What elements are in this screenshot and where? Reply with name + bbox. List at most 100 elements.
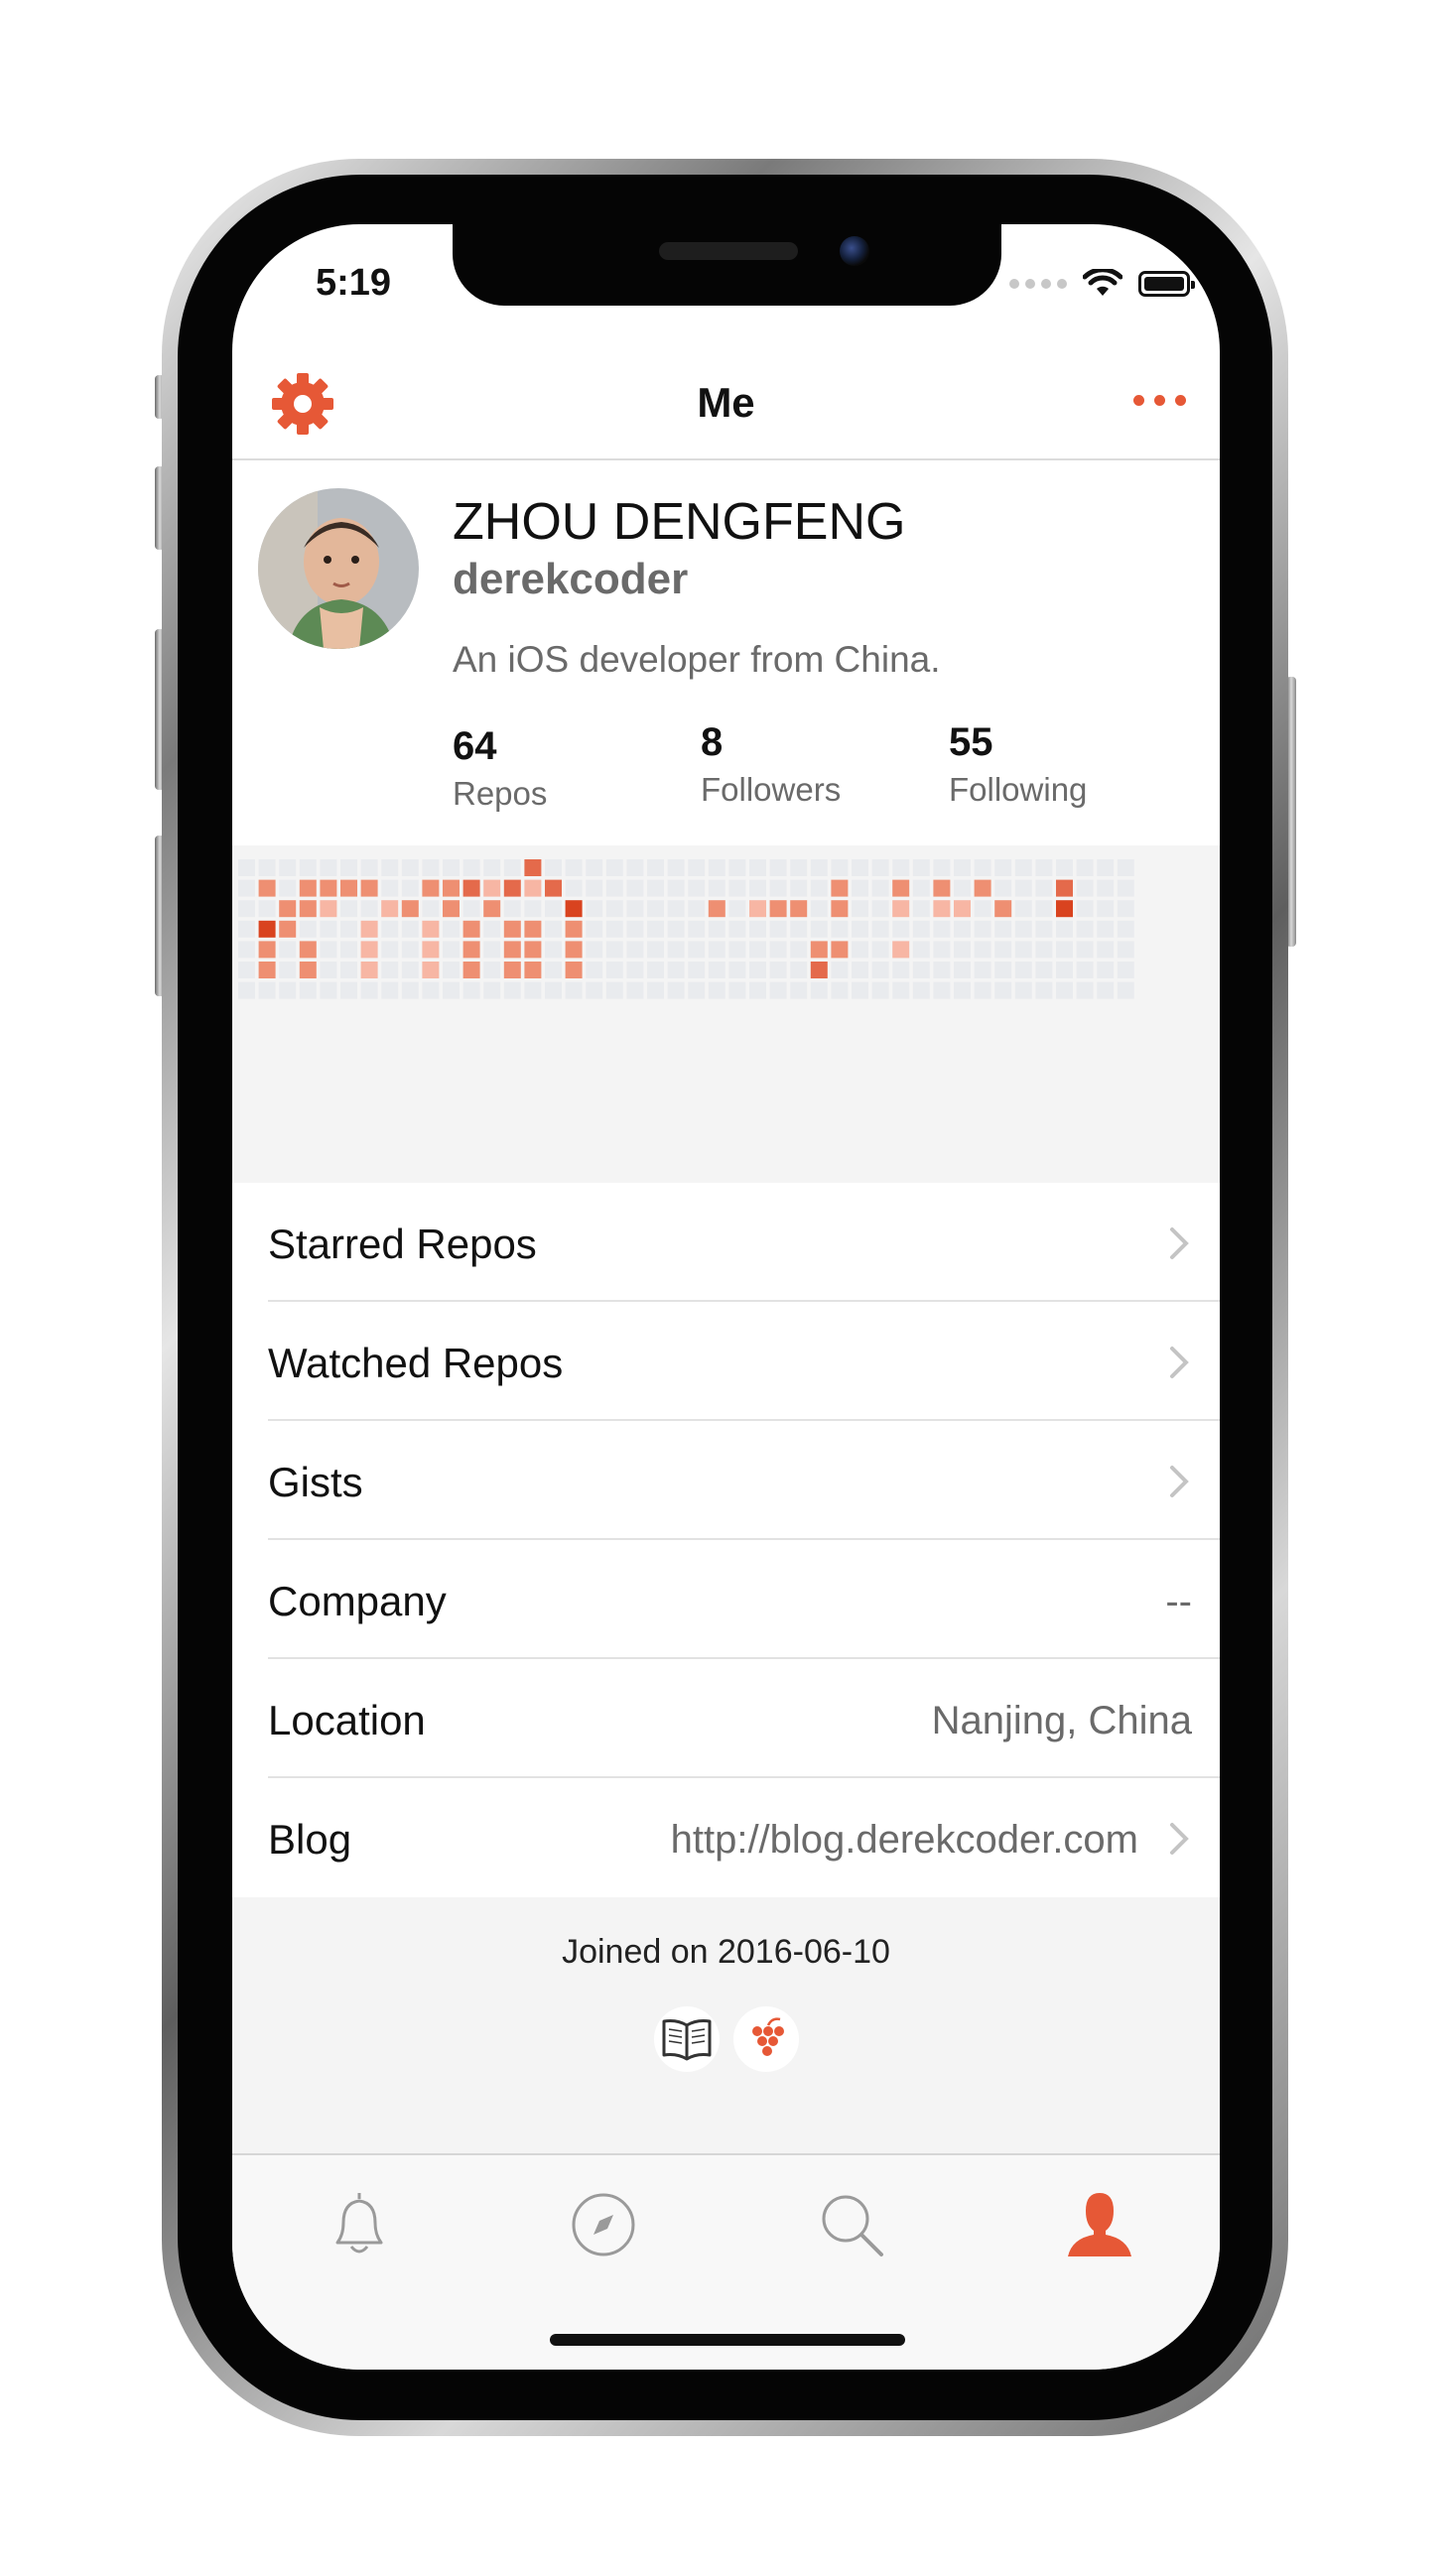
contribution-cell [933, 941, 951, 959]
contribution-cell [1117, 900, 1134, 918]
contribution-cell [852, 900, 868, 918]
contribution-cell [852, 879, 868, 897]
contribution-cell [1035, 900, 1053, 918]
grapes-icon[interactable] [732, 2006, 799, 2072]
contribution-cell [360, 962, 378, 978]
contribution-cell [279, 859, 297, 876]
book-icon[interactable] [653, 2006, 720, 2072]
stat-followers[interactable]: 8 Followers [701, 720, 841, 809]
contribution-cell [994, 920, 1012, 938]
contribution-cell [749, 941, 766, 959]
contribution-cell [605, 920, 623, 938]
contribution-cell [728, 900, 746, 918]
contribution-cell [912, 859, 930, 876]
contribution-cell [462, 859, 480, 876]
contribution-cell [340, 941, 357, 959]
contribution-cell [647, 920, 664, 938]
contribution-cell [238, 859, 255, 876]
contribution-cell [871, 941, 889, 959]
contribution-cell [565, 900, 583, 918]
contribution-cell [912, 879, 930, 897]
ellipsis-icon[interactable] [1133, 395, 1186, 406]
contribution-cell [626, 879, 644, 897]
contribution-cell [790, 900, 808, 918]
row-gists[interactable]: Gists [268, 1421, 1220, 1540]
row-watched-repos[interactable]: Watched Repos [268, 1302, 1220, 1421]
contribution-cell [974, 981, 991, 999]
contribution-cell [912, 981, 930, 999]
row-starred-repos[interactable]: Starred Repos [268, 1183, 1220, 1302]
chevron-right-icon [1170, 1227, 1189, 1259]
contribution-cell [565, 859, 583, 876]
contribution-cell [381, 981, 399, 999]
contributions-graph[interactable] [232, 845, 1220, 1133]
contribution-cell [258, 962, 276, 978]
contribution-cell [994, 900, 1012, 918]
contribution-cell [238, 920, 255, 938]
contribution-cell [626, 941, 644, 959]
compass-icon[interactable] [564, 2185, 643, 2264]
contribution-cell [1076, 920, 1094, 938]
contribution-cell [524, 941, 542, 959]
contribution-cell [1035, 981, 1053, 999]
contribution-cell [810, 941, 828, 959]
phone-screen: 5:19 Me ZHOU DENGFENG derekcoder An iOS … [232, 224, 1220, 2370]
contribution-cell [852, 920, 868, 938]
contribution-cell [586, 900, 603, 918]
contribution-cell [749, 981, 766, 999]
stat-following[interactable]: 55 Following [949, 720, 1087, 809]
contribution-cell [831, 962, 849, 978]
contribution-cell [462, 981, 480, 999]
contribution-cell [320, 900, 337, 918]
profile-list: Starred Repos Watched Repos Gists Compan… [232, 1183, 1220, 1897]
contribution-cell [320, 879, 337, 897]
contribution-cell [1097, 859, 1115, 876]
contribution-cell [503, 859, 521, 876]
contribution-cell [422, 859, 440, 876]
contribution-cell [810, 962, 828, 978]
contribution-cell [892, 879, 910, 897]
contribution-cell [688, 962, 706, 978]
contribution-cell [545, 859, 562, 876]
contribution-cell [831, 920, 849, 938]
avatar[interactable] [258, 488, 419, 649]
profile-name: ZHOU DENGFENG [453, 493, 906, 551]
bell-icon[interactable] [320, 2185, 399, 2264]
contribution-cell [545, 981, 562, 999]
contribution-cell [586, 941, 603, 959]
contribution-cell [1056, 962, 1073, 978]
person-icon[interactable] [1060, 2185, 1139, 2264]
contribution-cell [708, 941, 726, 959]
contribution-cell [360, 920, 378, 938]
contribution-cell [605, 941, 623, 959]
contribution-cell [545, 920, 562, 938]
home-indicator[interactable] [550, 2334, 905, 2346]
contribution-cell [401, 962, 419, 978]
chevron-right-icon [1170, 1466, 1189, 1497]
battery-icon [1138, 271, 1195, 297]
contribution-cell [954, 920, 971, 938]
contribution-cell [299, 900, 317, 918]
contribution-cell [688, 920, 706, 938]
row-value: Nanjing, China [931, 1699, 1192, 1742]
row-label: Company [268, 1578, 447, 1624]
contribution-cell [954, 941, 971, 959]
contribution-cell [401, 859, 419, 876]
contribution-cell [1076, 941, 1094, 959]
footer-icons [232, 2006, 1220, 2072]
contribution-cell [728, 859, 746, 876]
contribution-cell [565, 981, 583, 999]
contribution-cell [238, 981, 255, 999]
row-label: Gists [268, 1459, 363, 1505]
row-company: Company -- [268, 1540, 1220, 1659]
contribution-cell [483, 981, 501, 999]
row-location: Location Nanjing, China [268, 1659, 1220, 1778]
stat-repos[interactable]: 64 Repos [453, 724, 547, 813]
contribution-cell [320, 962, 337, 978]
row-blog[interactable]: Blog http://blog.derekcoder.com [268, 1778, 1220, 1897]
contribution-cell [1076, 879, 1094, 897]
contribution-cell [810, 879, 828, 897]
contribution-cell [524, 920, 542, 938]
search-icon[interactable] [812, 2185, 891, 2264]
contribution-cell [605, 962, 623, 978]
